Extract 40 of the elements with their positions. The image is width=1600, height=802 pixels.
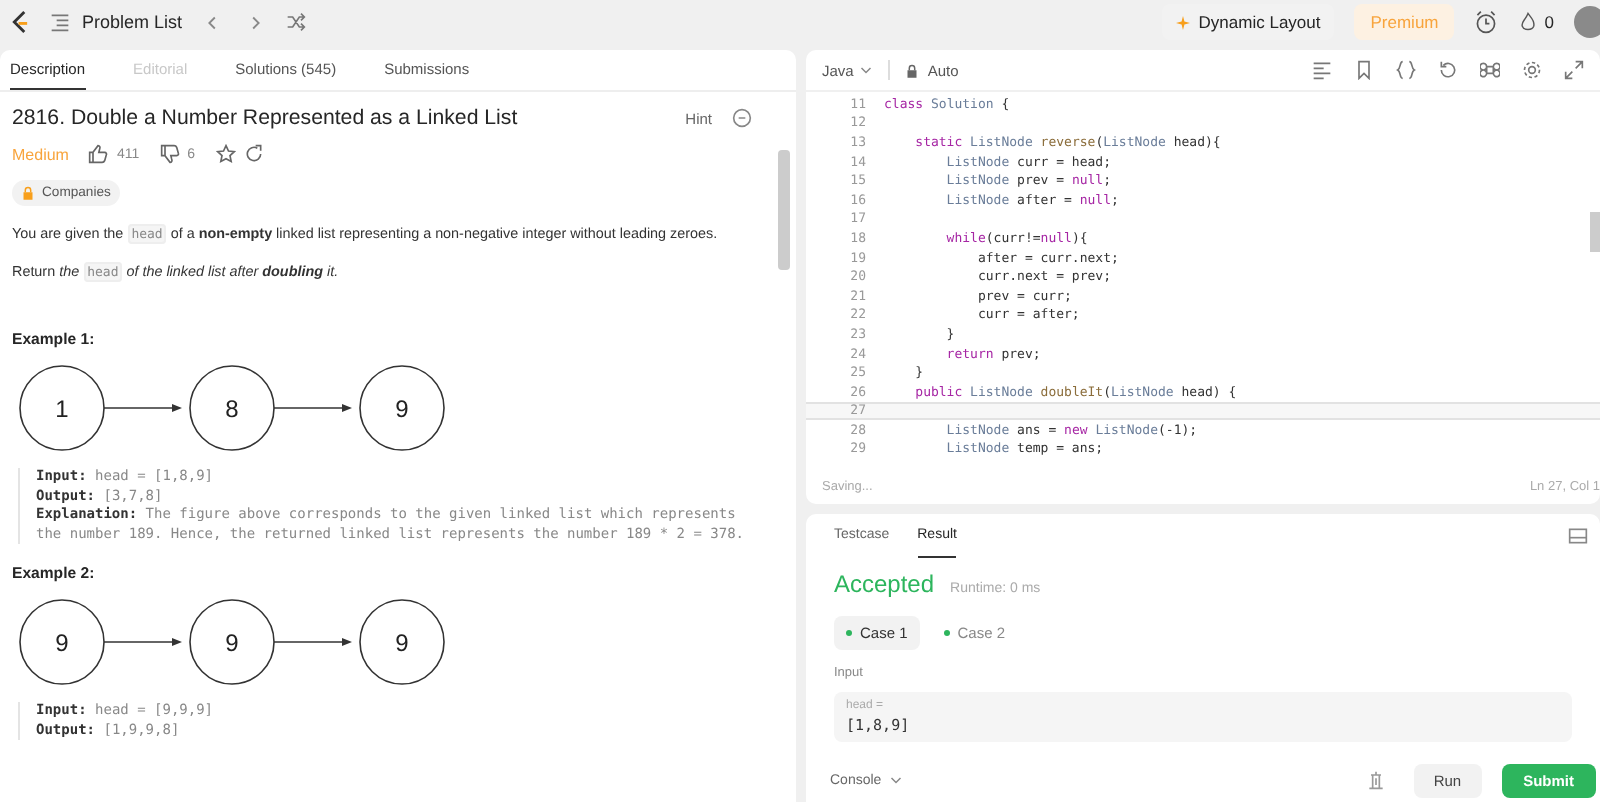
list-node: 9 xyxy=(359,599,445,685)
thumbs-up-icon[interactable] xyxy=(88,144,109,164)
bookmark-icon[interactable] xyxy=(1354,60,1374,80)
list-icon[interactable] xyxy=(50,12,70,32)
difficulty-label: Medium xyxy=(12,145,69,163)
arrow xyxy=(103,404,182,412)
chevron-down-icon xyxy=(859,65,872,75)
arrow xyxy=(103,638,182,646)
braces-icon[interactable] xyxy=(1396,60,1416,80)
logo-icon[interactable] xyxy=(10,10,30,34)
scrollbar-thumb[interactable] xyxy=(778,150,790,270)
list-node: 9 xyxy=(19,599,105,685)
verdict-label: Accepted xyxy=(834,570,935,598)
list-node: 1 xyxy=(19,365,105,451)
problem-list-link[interactable]: Problem List xyxy=(82,12,183,32)
lock-icon xyxy=(905,63,918,77)
chevron-down-icon xyxy=(889,775,902,785)
lock-icon xyxy=(22,186,34,200)
arrow xyxy=(273,404,352,412)
share-icon[interactable] xyxy=(243,144,264,164)
sparkle-icon xyxy=(1176,15,1191,29)
debugger-icon[interactable] xyxy=(1365,770,1386,790)
arrow xyxy=(273,638,352,646)
thumbs-down-icon[interactable] xyxy=(159,144,180,164)
star-icon[interactable] xyxy=(215,144,236,164)
problem-title: 2816. Double a Number Represented as a Linked List xyxy=(12,106,520,130)
reset-icon[interactable] xyxy=(1438,60,1458,80)
list-node: 9 xyxy=(359,365,445,451)
panel-layout-icon[interactable] xyxy=(1568,526,1588,546)
format-icon[interactable] xyxy=(1312,60,1332,80)
expand-icon[interactable] xyxy=(1564,60,1584,80)
list-node: 9 xyxy=(189,599,275,685)
alarm-clock-icon[interactable] xyxy=(1474,10,1499,34)
list-node: 8 xyxy=(189,365,275,451)
streak-counter[interactable]: 0 xyxy=(1518,12,1554,32)
scrollbar-thumb[interactable] xyxy=(1590,212,1600,252)
avatar[interactable] xyxy=(1574,6,1600,38)
shortcut-icon[interactable] xyxy=(1480,60,1500,80)
shuffle-icon[interactable] xyxy=(286,12,307,32)
settings-icon[interactable] xyxy=(1522,60,1542,80)
